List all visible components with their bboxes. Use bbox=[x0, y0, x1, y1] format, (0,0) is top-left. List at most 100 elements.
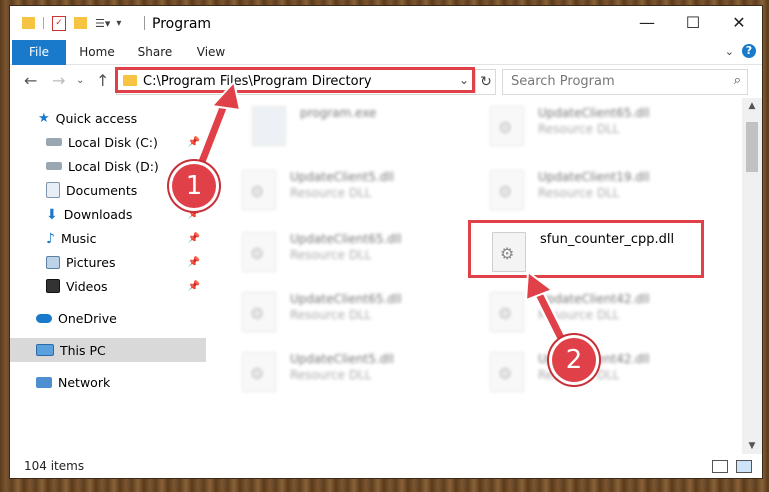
separator bbox=[43, 17, 44, 29]
view-toggle bbox=[712, 460, 752, 473]
nav-item-quick-access[interactable]: ★ Quick access bbox=[10, 106, 206, 130]
gear-icon: ⚙ bbox=[250, 364, 265, 383]
nav-item-downloads[interactable]: ⬇ Downloads 📌 bbox=[10, 202, 206, 226]
file-item[interactable]: ⚙ UpdateClient42.dll Resource DLL bbox=[464, 284, 694, 336]
drive-icon bbox=[46, 138, 62, 146]
pin-icon[interactable]: 📌 bbox=[188, 257, 200, 268]
nav-label: OneDrive bbox=[58, 310, 117, 326]
pin-icon[interactable]: 📌 bbox=[188, 281, 200, 292]
navigation-pane: ★ Quick access Local Disk (C:) 📌 Local D… bbox=[10, 98, 206, 454]
nav-label: This PC bbox=[60, 342, 106, 358]
file-item[interactable]: program.exe bbox=[226, 98, 456, 150]
file-name: UpdateClient19.dll bbox=[538, 170, 650, 184]
file-item[interactable]: ⚙ UpdateClient65.dll Resource DLL bbox=[464, 98, 694, 150]
address-highlight-box bbox=[115, 67, 475, 93]
tab-view[interactable]: View bbox=[192, 40, 230, 64]
large-icons-view-icon[interactable] bbox=[736, 460, 752, 473]
file-name: UpdateClient65.dll bbox=[290, 292, 402, 306]
forward-icon[interactable]: → bbox=[52, 71, 65, 90]
quick-access-toolbar: ✓ ☰▾ ▾ bbox=[22, 14, 121, 32]
status-bar: 104 items bbox=[10, 454, 762, 478]
computer-icon bbox=[36, 344, 54, 356]
file-name: program.exe bbox=[300, 106, 377, 120]
file-item[interactable]: ⚙ UpdateClient65.dll Resource DLL bbox=[216, 224, 446, 276]
file-name: UpdateClient5.dll bbox=[290, 170, 394, 184]
nav-label: Quick access bbox=[55, 110, 138, 126]
search-icon: ⌕ bbox=[733, 73, 741, 88]
scroll-down-icon[interactable]: ▼ bbox=[742, 438, 762, 454]
star-icon: ★ bbox=[38, 111, 50, 126]
back-icon[interactable]: ← bbox=[24, 71, 37, 90]
search-placeholder: Search Program bbox=[511, 74, 615, 89]
folder-icon bbox=[22, 17, 35, 29]
documents-icon bbox=[46, 182, 60, 198]
address-row: ← → ⌄ ↑ C:\Program Files\Program Directo… bbox=[10, 65, 762, 97]
item-count: 104 items bbox=[24, 459, 85, 473]
up-icon[interactable]: ↑ bbox=[96, 71, 109, 90]
nav-item-pictures[interactable]: Pictures 📌 bbox=[10, 250, 206, 274]
network-icon bbox=[36, 376, 52, 388]
scroll-thumb[interactable] bbox=[746, 122, 758, 172]
file-highlight-box bbox=[468, 220, 704, 278]
nav-item-videos[interactable]: Videos 📌 bbox=[10, 274, 206, 298]
properties-icon[interactable]: ✓ bbox=[52, 15, 66, 31]
nav-item-onedrive[interactable]: OneDrive bbox=[10, 306, 206, 330]
file-item[interactable]: ⚙ UpdateClient19.dll Resource DLL bbox=[464, 162, 694, 214]
file-item[interactable]: ⚙ UpdateClient5.dll Resource DLL bbox=[216, 162, 446, 214]
nav-item-network[interactable]: Network bbox=[10, 370, 206, 394]
gear-icon: ⚙ bbox=[250, 182, 265, 201]
help-icon[interactable]: ? bbox=[742, 44, 756, 58]
pin-icon[interactable]: 📌 bbox=[188, 137, 200, 148]
callout-badge-2: 2 bbox=[552, 338, 596, 382]
refresh-icon[interactable]: ↻ bbox=[475, 70, 496, 94]
nav-item-this-pc[interactable]: This PC bbox=[10, 338, 206, 362]
minimize-button[interactable]: — bbox=[624, 6, 670, 38]
title-bar: ✓ ☰▾ ▾ Program — ☐ ✕ bbox=[10, 6, 762, 40]
dropdown-icon[interactable]: ▾ bbox=[116, 18, 121, 29]
file-type: Resource DLL bbox=[290, 368, 372, 382]
expand-ribbon-icon[interactable]: ⌄ bbox=[725, 45, 734, 58]
ribbon-right: ⌄ ? bbox=[725, 44, 756, 58]
file-type: Resource DLL bbox=[538, 186, 620, 200]
ribbon: File Home Share View ⌄ ? bbox=[10, 40, 762, 92]
file-name: UpdateClient65.dll bbox=[290, 232, 402, 246]
vertical-scrollbar[interactable]: ▲ ▼ bbox=[742, 98, 762, 454]
file-type: Resource DLL bbox=[538, 308, 620, 322]
file-type: Resource DLL bbox=[290, 186, 372, 200]
gear-icon: ⚙ bbox=[498, 182, 513, 201]
scroll-up-icon[interactable]: ▲ bbox=[742, 98, 762, 114]
close-button[interactable]: ✕ bbox=[716, 6, 762, 38]
file-type: Resource DLL bbox=[290, 308, 372, 322]
search-input[interactable]: Search Program ⌕ bbox=[502, 69, 748, 95]
gear-icon: ⚙ bbox=[250, 244, 265, 263]
file-item[interactable]: ⚙ UpdateClient65.dll Resource DLL bbox=[216, 284, 446, 336]
nav-item-local-disk-c[interactable]: Local Disk (C:) 📌 bbox=[10, 130, 206, 154]
pin-icon[interactable]: 📌 bbox=[188, 233, 200, 244]
exe-icon bbox=[252, 106, 286, 146]
file-type: Resource DLL bbox=[290, 248, 372, 262]
nav-label: Local Disk (D:) bbox=[68, 158, 159, 174]
nav-item-music[interactable]: ♪ Music 📌 bbox=[10, 226, 206, 250]
nav-label: Local Disk (C:) bbox=[68, 134, 158, 150]
maximize-button[interactable]: ☐ bbox=[670, 6, 716, 38]
customize-icon[interactable]: ☰▾ bbox=[95, 17, 110, 30]
gear-icon: ⚙ bbox=[498, 118, 513, 137]
file-name: UpdateClient42.dll bbox=[538, 292, 650, 306]
file-name: UpdateClient5.dll bbox=[290, 352, 394, 366]
pin-icon[interactable]: 📌 bbox=[188, 209, 200, 220]
callout-badge-1: 1 bbox=[172, 164, 216, 208]
drive-icon bbox=[46, 162, 62, 170]
nav-label: Documents bbox=[66, 182, 138, 198]
downloads-icon: ⬇ bbox=[46, 207, 58, 223]
nav-label: Downloads bbox=[63, 206, 133, 222]
nav-label: Music bbox=[60, 230, 97, 246]
tab-home[interactable]: Home bbox=[76, 40, 118, 64]
file-item[interactable]: ⚙ UpdateClient5.dll Resource DLL bbox=[216, 344, 446, 396]
recent-chevron-icon[interactable]: ⌄ bbox=[76, 75, 84, 86]
details-view-icon[interactable] bbox=[712, 460, 728, 473]
nav-label: Network bbox=[58, 374, 111, 390]
new-folder-icon[interactable] bbox=[74, 17, 87, 29]
gear-icon: ⚙ bbox=[250, 304, 265, 323]
pictures-icon bbox=[46, 255, 60, 269]
tab-share[interactable]: Share bbox=[134, 40, 176, 64]
